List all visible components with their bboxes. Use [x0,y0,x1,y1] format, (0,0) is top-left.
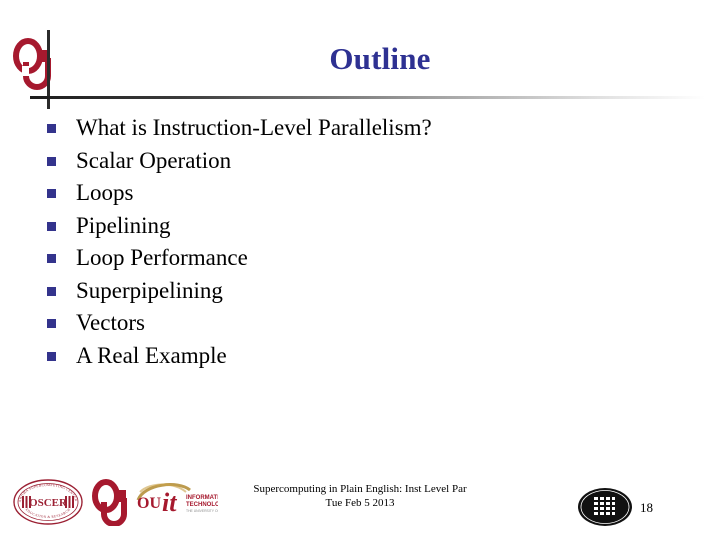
square-bullet-icon [47,319,56,328]
square-bullet-icon [47,221,56,231]
ou-it-it-mark: it [162,488,177,517]
page-number: 18 [640,500,653,515]
footer-line-1: Supercomputing in Plain English: Inst Le… [253,483,467,495]
oscer-logo-icon: OKLAHOMA SUPERCOMPUTING CENTER FOR EDUCA… [11,475,84,526]
square-bullet-icon [47,189,56,198]
list-item-label: Loops [76,180,134,205]
list-item: Vectors [44,307,644,340]
university-seal-icon [576,486,634,528]
square-bullet-icon [47,254,56,263]
square-bullet-icon [47,124,56,133]
list-item-label: Scalar Operation [76,147,232,173]
list-item: Loop Performance [44,242,644,275]
square-bullet-icon [47,351,56,361]
list-item-label: Vectors [76,310,145,335]
list-item: Pipelining [44,210,644,243]
list-item-label: What is Instruction-Level Parallelism? [76,115,432,140]
list-item-label: A Real Example [76,342,227,368]
slide-header: Outline [0,0,720,110]
list-item: Scalar Operation [44,145,644,178]
header-horizontal-rule [30,96,705,99]
list-item: A Real Example [44,340,644,373]
footer-line-2: Tue Feb 5 2013 [325,496,395,509]
list-item-label: Pipelining [76,212,171,238]
list-item: What is Instruction-Level Parallelism? [44,112,644,145]
ou-footer-logo-icon [90,478,134,527]
square-bullet-icon [47,156,56,166]
page-title: Outline [329,41,431,76]
footer-note: Supercomputing in Plain English: Inst Le… [180,483,540,510]
list-item-label: Superpipelining [76,277,223,303]
square-bullet-icon [47,286,56,296]
list-item-label: Loop Performance [76,245,248,270]
list-item: Superpipelining [44,275,644,308]
outline-bullet-list: What is Instruction-Level Parallelism? S… [44,112,644,372]
list-item: Loops [44,177,644,210]
oscer-wordmark: OSCER [29,497,68,509]
ou-it-ou-mark: OU [137,495,161,512]
